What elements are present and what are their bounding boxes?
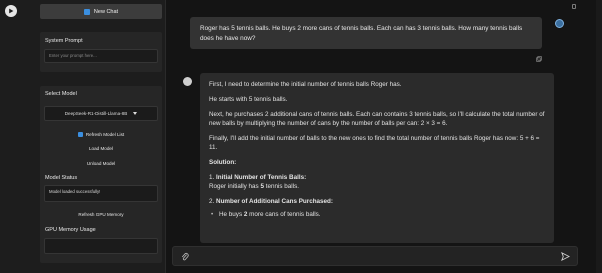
load-model-label: Load Model — [88, 146, 113, 151]
scrollbar[interactable] — [596, 0, 602, 273]
unload-model-button[interactable]: Unload Model — [44, 158, 158, 169]
user-message: Roger has 5 tennis balls. He buys 2 more… — [190, 17, 542, 49]
chat-icon — [83, 8, 90, 15]
refresh-gpu-memory-button[interactable]: Refresh GPU Memory — [44, 209, 158, 220]
step-title: Initial Number of Tennis Balls: — [216, 174, 307, 181]
assistant-paragraph: He starts with 5 tennis balls. — [209, 96, 288, 103]
refresh-model-list-button[interactable]: Refresh Model List — [44, 129, 158, 140]
gpu-memory-label: GPU Memory Usage — [45, 227, 96, 233]
paperclip-icon[interactable] — [181, 252, 189, 262]
send-icon[interactable] — [561, 252, 570, 261]
sidebar-toggle-button[interactable] — [5, 5, 17, 17]
chat-area: Roger has 5 tennis balls. He buys 2 more… — [168, 0, 588, 273]
bullet-text: more cans of tennis balls. — [247, 211, 321, 218]
model-select[interactable]: DeepSeek-R1-Distill-Llama-8B — [44, 106, 158, 121]
assistant-paragraph: Next, he purchases 2 additional cans of … — [209, 111, 545, 127]
solution-heading: Solution: — [209, 159, 237, 166]
assistant-paragraph: Finally, I'll add the initial number of … — [209, 135, 540, 151]
gpu-memory-field — [44, 238, 158, 254]
avatar-user — [555, 19, 564, 28]
scroll-top-icon[interactable] — [572, 4, 576, 9]
sidebar: New Chat System Prompt Enter your prompt… — [0, 0, 166, 273]
select-model-label: Select Model — [45, 91, 77, 97]
step-text: Roger initially has — [209, 183, 261, 190]
step-number: 2. — [209, 198, 215, 205]
assistant-paragraph: First, I need to determine the initial n… — [209, 81, 402, 88]
step-number: 1. — [209, 174, 215, 181]
step-2-bullet: He buys 2 more cans of tennis balls. — [209, 210, 545, 219]
model-status-field: Model loaded successfully! — [44, 185, 158, 202]
load-model-button[interactable]: Load Model — [44, 143, 158, 154]
system-prompt-input[interactable]: Enter your prompt here... — [44, 49, 158, 63]
play-icon — [9, 8, 14, 14]
refresh-icon — [77, 132, 83, 137]
new-chat-label: New Chat — [93, 8, 119, 15]
copy-icon[interactable] — [536, 56, 542, 62]
message-input[interactable] — [172, 246, 578, 266]
step-title: Number of Additional Cans Purchased: — [216, 198, 333, 205]
new-chat-button[interactable]: New Chat — [40, 4, 162, 19]
system-prompt-label: System Prompt — [45, 38, 83, 44]
step-1-text: Roger initially has 5 tennis balls. — [209, 182, 545, 191]
model-panel: Select Model DeepSeek-R1-Distill-Llama-8… — [40, 86, 162, 263]
model-select-value: DeepSeek-R1-Distill-Llama-8B — [64, 111, 128, 116]
caret-down-icon — [133, 112, 138, 115]
step-2-title: 2. Number of Additional Cans Purchased: — [209, 197, 545, 206]
assistant-message: First, I need to determine the initial n… — [200, 73, 554, 243]
avatar-bot — [183, 77, 192, 86]
unload-model-label: Unload Model — [86, 161, 116, 166]
step-text: tennis balls. — [263, 183, 299, 190]
bullet-text: He buys — [219, 211, 244, 218]
step-1-title: 1. Initial Number of Tennis Balls: — [209, 173, 545, 182]
system-prompt-panel: System Prompt Enter your prompt here... — [40, 32, 162, 72]
refresh-gpu-memory-label: Refresh GPU Memory — [78, 212, 124, 217]
model-status-label: Model Status — [45, 175, 78, 181]
refresh-model-list-label: Refresh Model List — [85, 132, 125, 137]
